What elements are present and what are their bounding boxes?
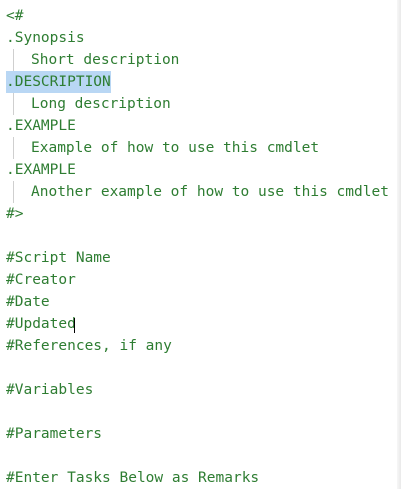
- code-text: #>: [6, 206, 24, 222]
- code-text: Short description: [31, 52, 180, 68]
- code-text: #References, if any: [6, 338, 172, 354]
- indent-guide: [13, 49, 14, 71]
- code-text: #Variables: [6, 382, 94, 398]
- code-text: Long description: [31, 96, 171, 112]
- code-text: <#: [6, 8, 24, 24]
- code-text: Example of how to use this cmdlet: [31, 140, 320, 156]
- code-editor[interactable]: <# .Synopsis Short description .DESCRIPT…: [0, 0, 401, 489]
- code-text: .EXAMPLE: [6, 118, 76, 134]
- editor-edge: [397, 0, 401, 489]
- code-text: #Enter Tasks Below as Remarks: [6, 470, 260, 486]
- code-text: #Creator: [6, 272, 76, 288]
- code-text: .Synopsis: [6, 30, 85, 46]
- selected-code-text: .DESCRIPTION: [6, 71, 111, 93]
- indent-guide: [13, 93, 14, 115]
- code-text: #Updated: [6, 316, 76, 332]
- indent-guide: [13, 137, 14, 159]
- code-text: Another example of how to use this cmdle…: [31, 184, 389, 200]
- text-cursor: [74, 318, 75, 333]
- code-text: #Script Name: [6, 250, 111, 266]
- code-text: #Parameters: [6, 426, 103, 442]
- code-text: #Date: [6, 294, 50, 310]
- indent-guide: [13, 181, 14, 203]
- code-text: .EXAMPLE: [6, 162, 76, 178]
